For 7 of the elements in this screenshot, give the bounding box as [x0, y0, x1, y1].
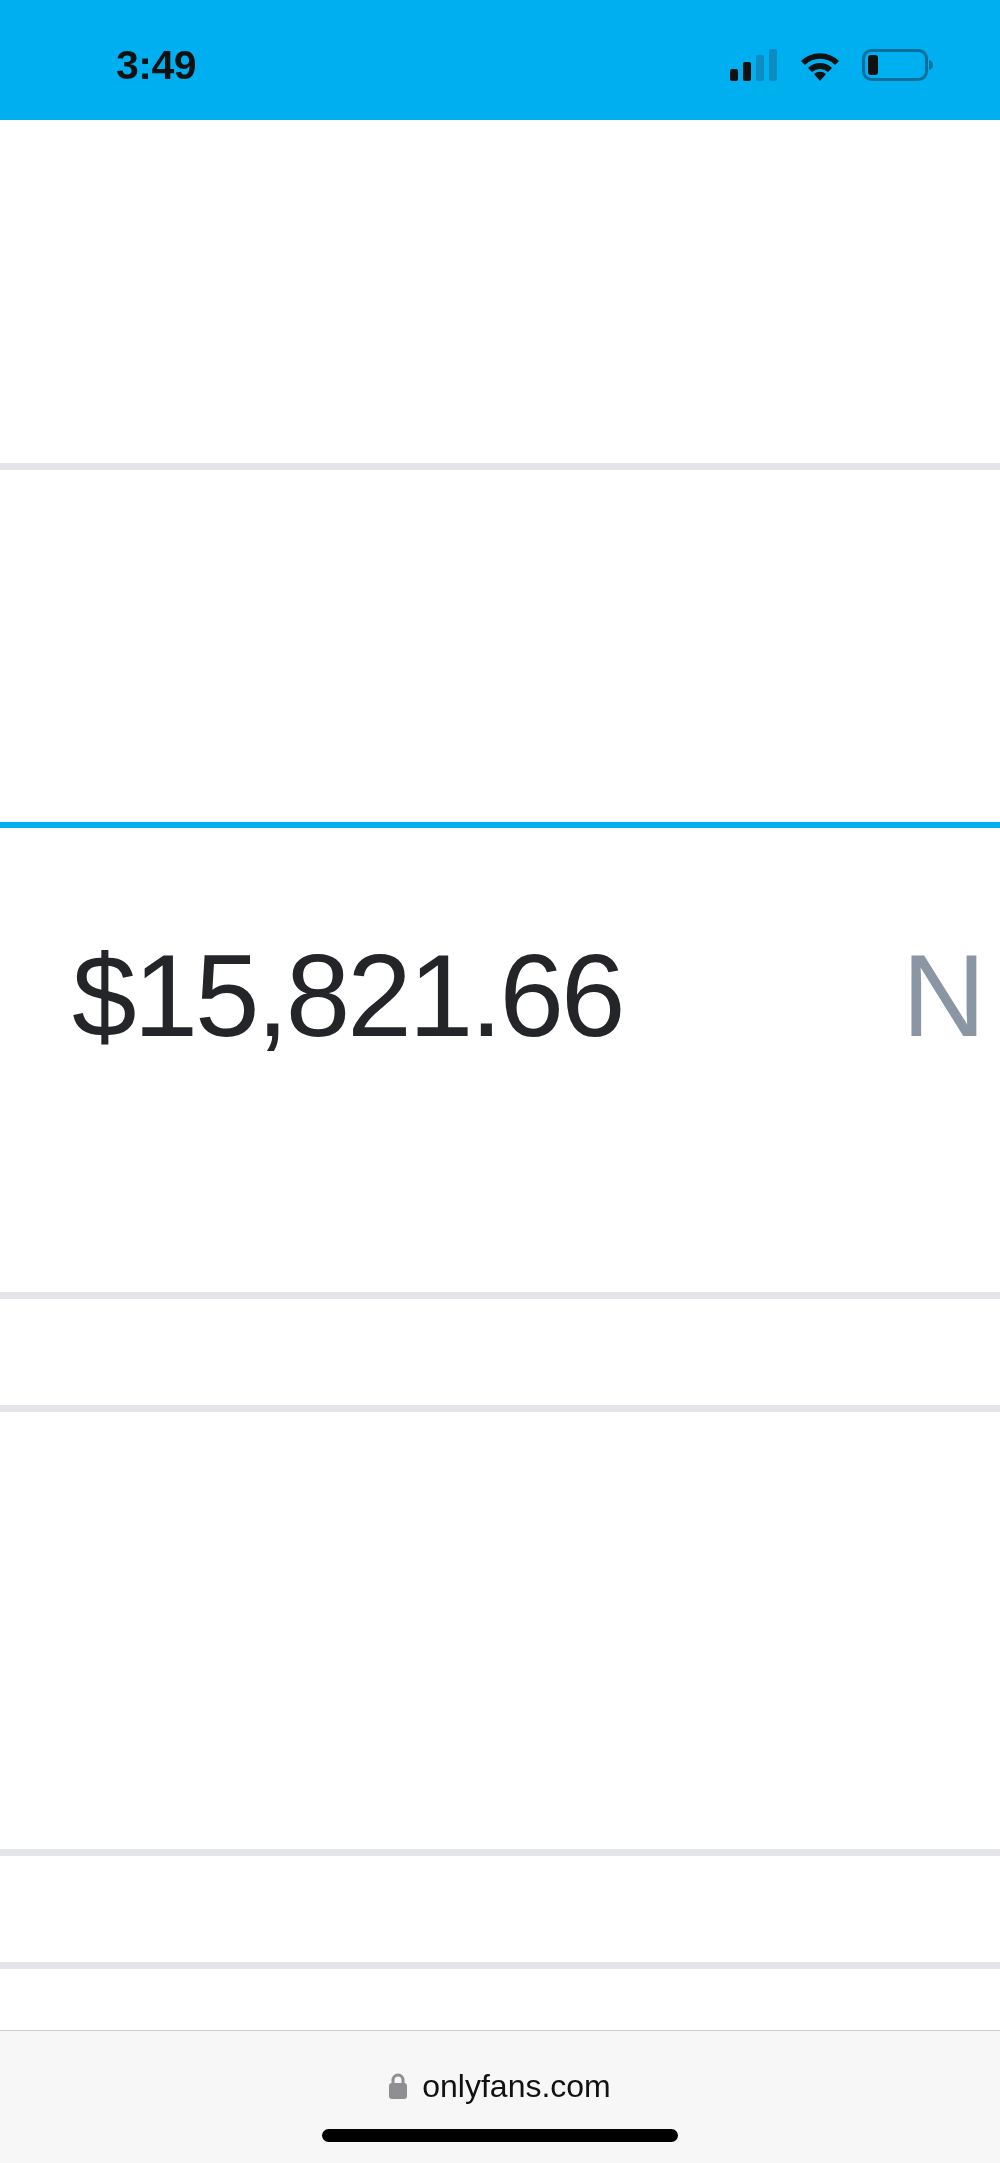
signal-icon — [730, 49, 778, 81]
battery-icon — [862, 49, 934, 81]
column-text: N — [902, 938, 986, 1054]
status-time: 3:49 — [116, 44, 197, 86]
balance-amount: $15,821.66 — [72, 938, 623, 1054]
lock-icon — [389, 2073, 408, 2099]
url-text[interactable]: onlyfans.com — [422, 2067, 611, 2105]
